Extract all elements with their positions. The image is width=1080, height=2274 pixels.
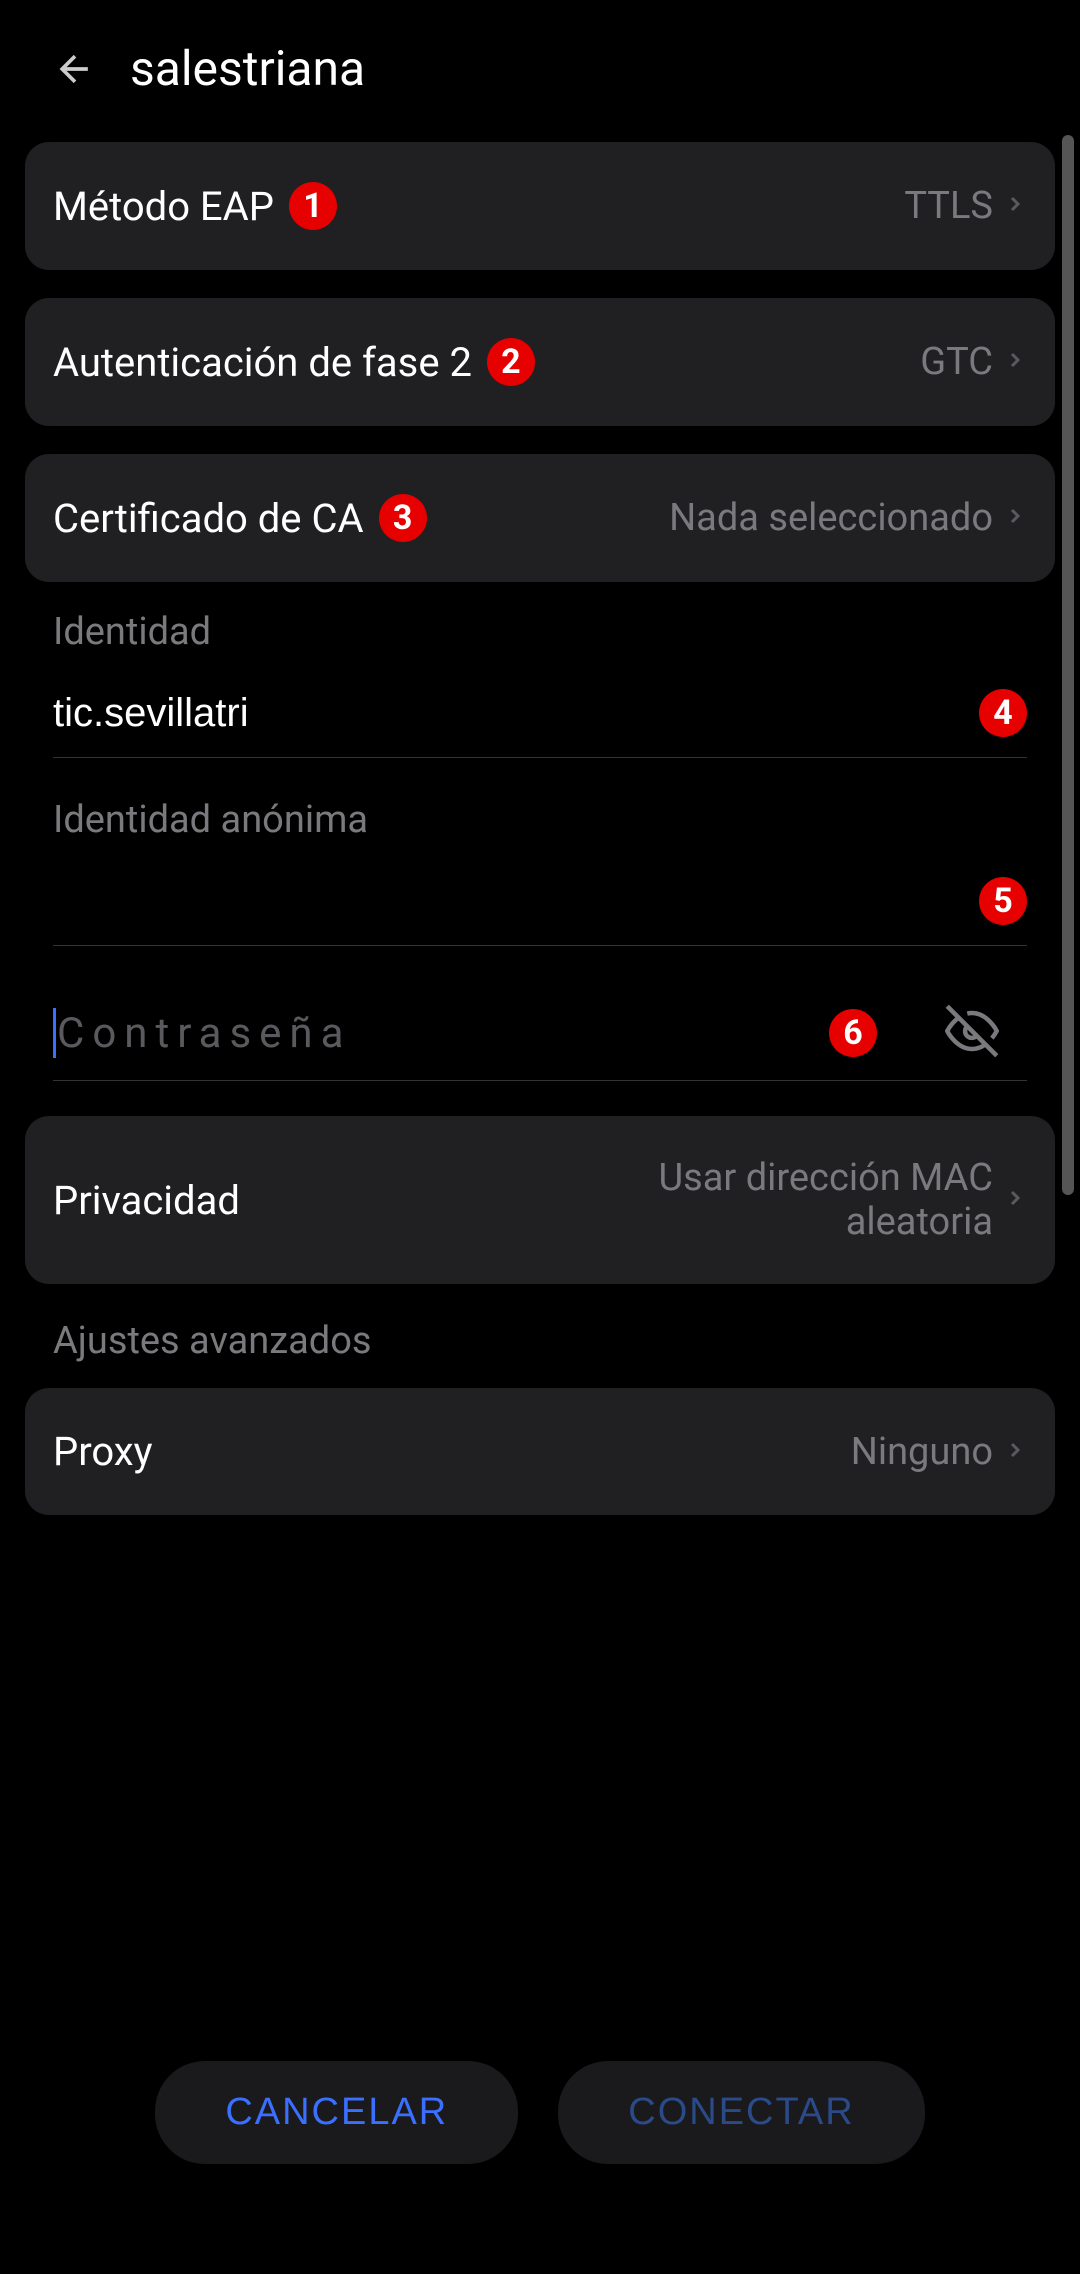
badge-2: 2 [487, 338, 535, 386]
anonymous-label: Identidad anónima [53, 798, 1027, 842]
eap-method-row[interactable]: Método EAP 1 TTLS [25, 142, 1055, 270]
text-cursor [53, 1008, 56, 1058]
identity-input[interactable] [53, 691, 964, 736]
badge-1: 1 [289, 182, 337, 230]
privacy-row[interactable]: Privacidad Usar dirección MAC aleatoria [25, 1116, 1055, 1284]
ca-value: Nada seleccionado [669, 496, 993, 540]
chevron-right-icon [1003, 498, 1027, 538]
chevron-right-icon [1003, 186, 1027, 226]
eap-value: TTLS [904, 184, 993, 228]
phase2-value: GTC [920, 340, 993, 384]
badge-6: 6 [829, 1009, 877, 1057]
ca-label: Certificado de CA [53, 495, 364, 542]
phase2-label: Autenticación de fase 2 [53, 339, 472, 386]
proxy-value: Ninguno [851, 1430, 993, 1474]
cancel-button[interactable]: CANCELAR [155, 2061, 518, 2164]
eye-off-icon[interactable] [945, 1004, 999, 1062]
chevron-right-icon [1003, 1432, 1027, 1472]
anonymous-input[interactable] [53, 879, 964, 924]
privacy-value: Usar dirección MAC aleatoria [573, 1156, 993, 1244]
identity-group: Identidad 4 [25, 610, 1055, 758]
header: salestriana [0, 0, 1080, 117]
content: Método EAP 1 TTLS Autenticación de fase … [0, 117, 1080, 1515]
button-row: CANCELAR CONECTAR [0, 2061, 1080, 2164]
ca-certificate-row[interactable]: Certificado de CA 3 Nada seleccionado [25, 454, 1055, 582]
password-row: Contraseña 6 [53, 986, 1027, 1081]
proxy-label: Proxy [53, 1428, 153, 1475]
back-icon[interactable] [50, 44, 100, 94]
scrollbar[interactable] [1062, 135, 1074, 1195]
password-placeholder: Contraseña [57, 1009, 351, 1058]
page-title: salestriana [130, 40, 365, 97]
phase2-auth-row[interactable]: Autenticación de fase 2 2 GTC [25, 298, 1055, 426]
proxy-row[interactable]: Proxy Ninguno [25, 1388, 1055, 1515]
badge-4: 4 [979, 689, 1027, 737]
badge-3: 3 [379, 494, 427, 542]
anonymous-identity-group: Identidad anónima 5 [25, 798, 1055, 946]
chevron-right-icon [1003, 1180, 1027, 1220]
privacy-label: Privacidad [53, 1177, 240, 1224]
password-input[interactable]: Contraseña [53, 1008, 814, 1058]
advanced-settings-header: Ajustes avanzados [25, 1319, 1055, 1363]
connect-button[interactable]: CONECTAR [558, 2061, 924, 2164]
badge-5: 5 [979, 877, 1027, 925]
eap-label: Método EAP [53, 183, 274, 230]
identity-label: Identidad [53, 610, 1027, 654]
chevron-right-icon [1003, 342, 1027, 382]
